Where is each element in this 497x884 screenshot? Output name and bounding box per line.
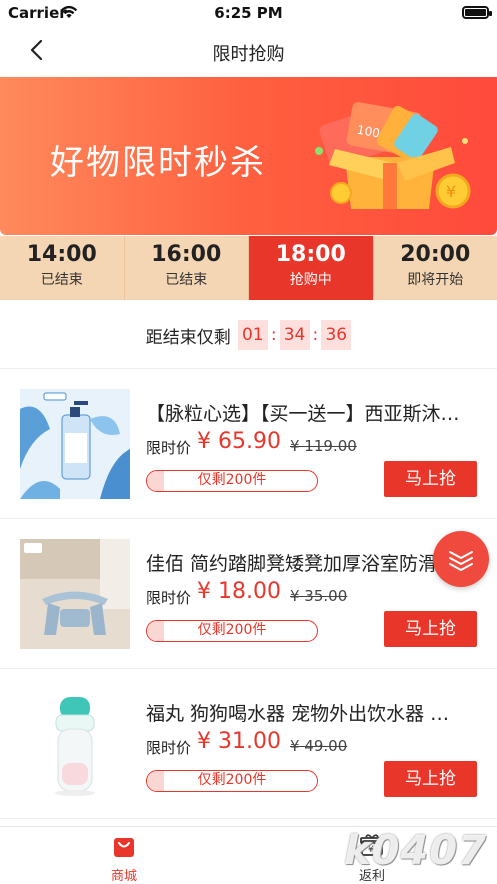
session-status: 已结束 xyxy=(0,269,124,289)
product-item[interactable]: 佳佰 简约踏脚凳矮凳加厚浴室防滑凳 限时价 ¥ 18.00 ¥ 35.00 仅剩… xyxy=(0,519,497,669)
clock: 6:25 PM xyxy=(0,4,497,22)
buy-now-button[interactable]: 马上抢 xyxy=(384,461,477,497)
session-status: 抢购中 xyxy=(249,269,373,289)
expand-down-icon xyxy=(433,531,489,587)
product-name: 福丸 狗狗喝水器 宠物外出饮水器 … xyxy=(146,699,476,726)
session-status: 即将开始 xyxy=(374,269,497,289)
original-price: ¥ 49.00 xyxy=(290,737,347,755)
watermark: k0407 xyxy=(344,828,487,874)
session-tab-1400[interactable]: 14:00 已结束 xyxy=(0,236,125,300)
buy-now-button[interactable]: 马上抢 xyxy=(384,611,477,647)
status-bar: Carrier 6:25 PM xyxy=(0,0,497,26)
countdown-minutes: 34 xyxy=(280,320,310,350)
product-name: 【脉粒心选】【买一送一】西亚斯沐浴露 xyxy=(146,399,476,426)
product-image xyxy=(20,539,130,649)
page-title: 限时抢购 xyxy=(0,40,497,66)
countdown: 距结束仅剩 01:34:36 xyxy=(0,320,497,356)
session-tab-2000[interactable]: 20:00 即将开始 xyxy=(374,236,497,300)
product-image xyxy=(20,389,130,499)
countdown-label: 距结束仅剩 xyxy=(146,323,231,348)
battery-icon xyxy=(462,6,489,19)
stock-text: 仅剩200件 xyxy=(147,771,317,790)
stock-bar: 仅剩200件 xyxy=(146,770,318,792)
tab-label: 商城 xyxy=(44,865,204,884)
session-time: 20:00 xyxy=(374,242,497,267)
countdown-hours: 01 xyxy=(238,320,268,350)
session-tab-1800[interactable]: 18:00 抢购中 xyxy=(249,236,374,300)
float-menu-button[interactable] xyxy=(433,531,489,587)
product-price: ¥ 18.00 xyxy=(197,579,281,604)
session-time: 16:00 xyxy=(125,242,249,267)
product-price: ¥ 31.00 xyxy=(197,729,281,754)
product-item[interactable]: 【脉粒心选】【买一送一】西亚斯沐浴露 限时价 ¥ 65.90 ¥ 119.00 … xyxy=(0,369,497,519)
tab-mall[interactable]: 商城 xyxy=(44,827,204,884)
shopping-bag-icon xyxy=(112,835,136,859)
svg-text:¥: ¥ xyxy=(446,182,456,201)
countdown-colon: : xyxy=(271,325,277,345)
product-item[interactable]: 福丸 狗狗喝水器 宠物外出饮水器 … 限时价 ¥ 31.00 ¥ 49.00 仅… xyxy=(0,669,497,819)
banner-headline: 好物限时秒杀 xyxy=(50,135,266,184)
product-price: ¥ 65.90 xyxy=(197,429,281,454)
price-label: 限时价 xyxy=(146,437,191,458)
session-status: 已结束 xyxy=(125,269,249,289)
original-price: ¥ 119.00 xyxy=(290,437,357,455)
session-time: 14:00 xyxy=(0,242,124,267)
session-tabs: 14:00 已结束 16:00 已结束 18:00 抢购中 20:00 即将开始 xyxy=(0,236,497,300)
stock-text: 仅剩200件 xyxy=(147,621,317,640)
nav-bar: 限时抢购 xyxy=(0,26,497,76)
original-price: ¥ 35.00 xyxy=(290,587,347,605)
stock-text: 仅剩200件 xyxy=(147,471,317,490)
stock-bar: 仅剩200件 xyxy=(146,620,318,642)
countdown-seconds: 36 xyxy=(321,320,351,350)
product-image xyxy=(20,689,130,799)
price-label: 限时价 xyxy=(146,737,191,758)
buy-now-button[interactable]: 马上抢 xyxy=(384,761,477,797)
promo-banner[interactable]: 好物限时秒杀 100 ¥ xyxy=(0,77,497,235)
gift-box-icon: 100 ¥ xyxy=(305,97,475,217)
stock-bar: 仅剩200件 xyxy=(146,470,318,492)
price-label: 限时价 xyxy=(146,587,191,608)
product-name: 佳佰 简约踏脚凳矮凳加厚浴室防滑凳 xyxy=(146,549,476,576)
session-tab-1600[interactable]: 16:00 已结束 xyxy=(125,236,250,300)
countdown-colon: : xyxy=(313,325,319,345)
session-time: 18:00 xyxy=(249,242,373,267)
